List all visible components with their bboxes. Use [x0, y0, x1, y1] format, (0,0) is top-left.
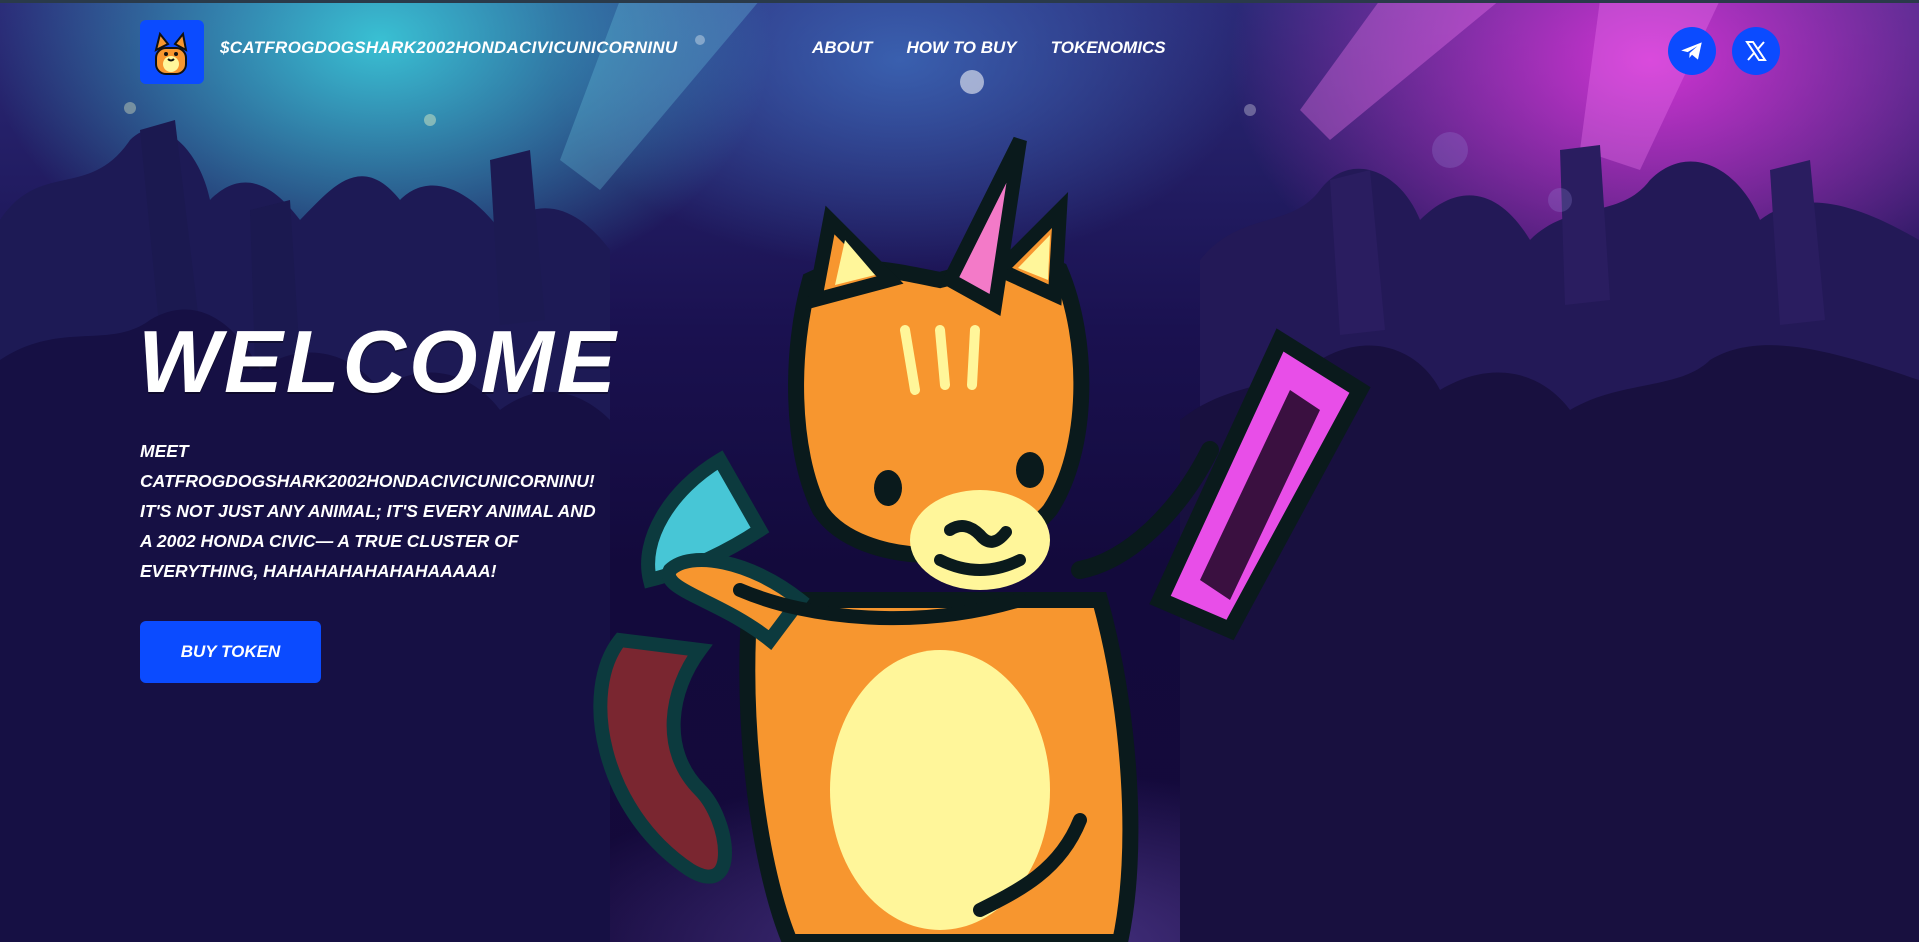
- buy-token-button[interactable]: BUY TOKEN: [140, 621, 321, 683]
- nav-how-to-buy[interactable]: HOW TO BUY: [906, 38, 1016, 58]
- x-twitter-button[interactable]: [1732, 27, 1780, 75]
- hero-title: WELCOME: [138, 312, 619, 411]
- brand-name[interactable]: $CATFROGDOGSHARK2002HONDACIVICUNICORNINU: [220, 38, 678, 58]
- main-nav: ABOUT HOW TO BUY TOKENOMICS: [812, 38, 1166, 58]
- telegram-button[interactable]: [1668, 27, 1716, 75]
- cat-mascot-icon: [154, 31, 188, 75]
- telegram-icon: [1681, 42, 1702, 60]
- dj-cat-unicorn-mascot: [593, 136, 1371, 942]
- nav-about[interactable]: ABOUT: [812, 38, 872, 58]
- hero-description: MEET CATFROGDOGSHARK2002HONDACIVICUNICOR…: [140, 441, 596, 581]
- top-border: [0, 0, 1919, 3]
- site-logo[interactable]: [140, 20, 204, 84]
- nav-tokenomics[interactable]: TOKENOMICS: [1051, 38, 1166, 58]
- x-twitter-icon: [1745, 41, 1767, 61]
